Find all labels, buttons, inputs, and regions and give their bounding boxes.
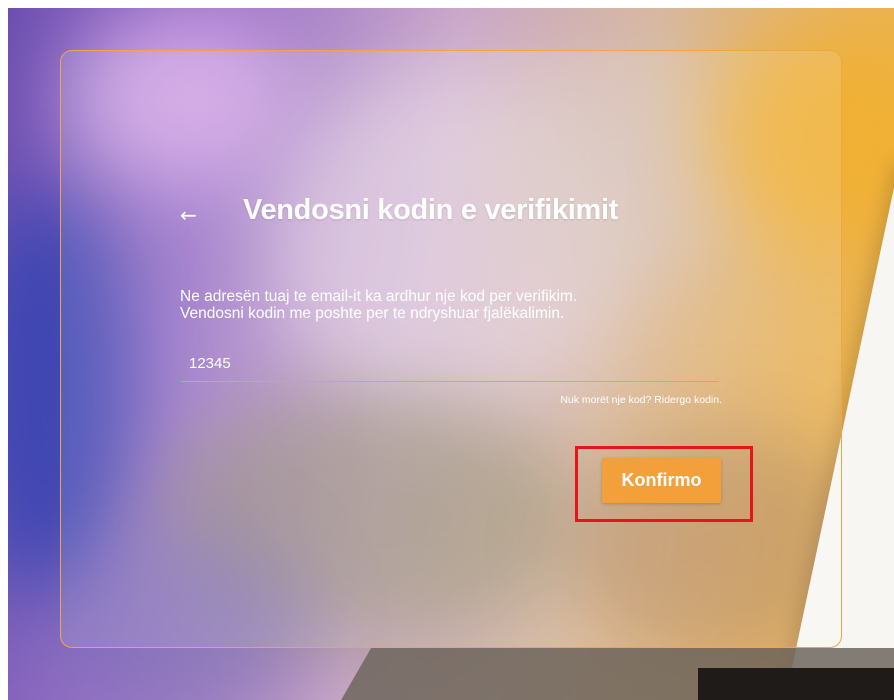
resend-code-link[interactable]: Ridergo kodin. [654,394,722,406]
verification-code-input[interactable] [181,346,719,382]
page-title: Vendosni kodin e verifikimit [243,194,619,226]
viewport: ← Vendosni kodin e verifikimit Ne adresë… [0,0,894,700]
resend-row: Nuk morët nje kod? Ridergo kodin. [560,394,722,406]
confirm-button[interactable]: Konfirmo [602,458,721,503]
instructions-line-1: Ne adresën tuaj te email-it ka ardhur nj… [180,288,578,305]
instructions-text: Ne adresën tuaj te email-it ka ardhur nj… [180,288,577,322]
background-floor-shadow [698,668,894,700]
resend-prompt: Nuk morët nje kod? [560,394,652,406]
instructions-line-2: Vendosni kodin me poshte per te ndryshua… [180,305,565,322]
arrow-left-icon[interactable]: ← [180,200,200,230]
